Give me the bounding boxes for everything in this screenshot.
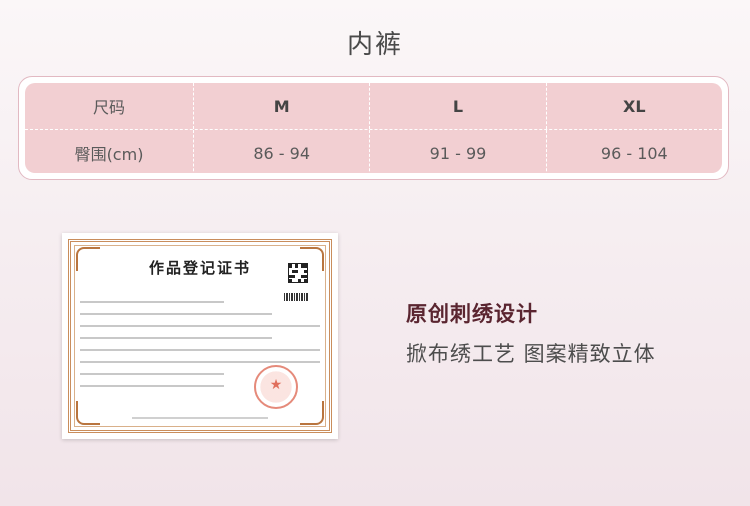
- qr-code-icon: [288, 263, 308, 283]
- hip-label: 臀围(cm): [74, 145, 144, 164]
- text-line: [80, 313, 272, 315]
- hip-value-m: 86 - 94: [193, 130, 369, 173]
- text-line: [80, 349, 320, 351]
- size-header-m: M: [193, 83, 369, 129]
- size-table-hip-row: 臀围(cm) 86 - 94 91 - 99 96 - 104: [25, 129, 722, 173]
- copyright-certificate-image: 作品登记证书 ★: [62, 233, 338, 439]
- hip-value-xl: 96 - 104: [545, 130, 722, 173]
- ornament-corner-icon: [76, 401, 100, 425]
- text-line: [80, 373, 224, 375]
- text-line: [80, 361, 320, 363]
- size-table-body: 尺码 M L XL 臀围(cm) 86 - 94 91 - 99 96 - 10…: [25, 83, 722, 173]
- text-line: [80, 337, 272, 339]
- star-icon: ★: [269, 377, 283, 393]
- feature-subtitle: 掀布绣工艺 图案精致立体: [406, 342, 656, 366]
- ornament-corner-icon: [300, 401, 324, 425]
- text-line: [80, 325, 320, 327]
- text-line: [80, 301, 224, 303]
- page-title: 内裤: [346, 30, 403, 60]
- size-header-label: 尺码: [92, 98, 125, 117]
- feature-title: 原创刺绣设计: [406, 302, 538, 326]
- size-header-xl: XL: [545, 83, 722, 129]
- size-header-l: L: [369, 83, 545, 129]
- hip-value-l: 91 - 99: [369, 130, 545, 173]
- certificate-footer-line: [132, 417, 268, 419]
- size-table-header-row: 尺码 M L XL: [25, 83, 722, 129]
- size-table: 尺码 M L XL 臀围(cm) 86 - 94 91 - 99 96 - 10…: [18, 76, 729, 180]
- text-line: [80, 385, 224, 387]
- official-seal-icon: ★: [254, 365, 298, 409]
